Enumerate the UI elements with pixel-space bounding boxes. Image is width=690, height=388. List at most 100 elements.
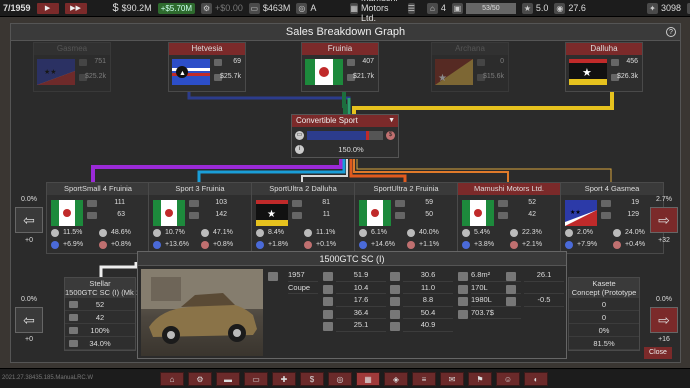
money-trend-icon	[201, 241, 209, 249]
line-sport3	[197, 159, 346, 182]
market-flag-icon: ★★	[565, 200, 597, 226]
svg-text:▲: ▲	[179, 70, 186, 77]
sales-button[interactable]: $	[300, 372, 324, 386]
right-nav-pct: 2.7%	[656, 196, 672, 203]
trunk-icon	[458, 285, 468, 294]
fast-forward-icon[interactable]: ▶▶	[64, 2, 87, 14]
graph-button[interactable]: ▦	[356, 372, 380, 386]
left-nav2-pct: 0.0%	[21, 296, 37, 303]
car-card[interactable]: Mamushi Motors Ltd. 52 42 5.4% 22.3% +3.8% +2.…	[457, 182, 561, 254]
car-quality: 40.0%	[419, 229, 439, 236]
car-delta-2: +1.1%	[419, 241, 440, 248]
car-detail-popup: 1500GTC SC (I) 1957 Coupe 51.9 10.4 17.6	[137, 251, 567, 359]
news-button[interactable]: ✉	[440, 372, 464, 386]
car-stock: 63	[117, 211, 125, 218]
car-delta-2: +0.4%	[625, 241, 646, 248]
marketing-button[interactable]: ◎	[328, 372, 352, 386]
trend-icon	[359, 241, 367, 249]
stellar-card[interactable]: Stellar 1500GTC SC (I) (Mk 1) 52 42 100%…	[64, 277, 143, 351]
engine-icon	[323, 272, 333, 281]
shield-icon	[323, 322, 333, 331]
money-trend-icon	[99, 241, 107, 249]
units-icon	[79, 59, 87, 66]
car-card[interactable]: SportUltra 2 Fruinia 59 50 6.1% 40.0% +14.6% +…	[354, 182, 458, 254]
market-name: Dalluha	[566, 43, 642, 55]
factory-count-icon: ⌂	[426, 2, 438, 14]
market-card-hetvesia[interactable]: Hetvesia ▲ 69 $25.7k	[168, 42, 246, 92]
car-delta-1: +14.6%	[371, 241, 395, 248]
kasete-card[interactable]: Kasete Concept (Prototype 0 0 0% 81.5%	[568, 277, 640, 351]
share-icon	[256, 229, 264, 237]
car-card[interactable]: SportUltra 2 Dalluha ★ 81 11 8.4% 11.1% +1.8% +…	[251, 182, 355, 254]
stat-column-4: 26.1 -0.5	[524, 269, 564, 307]
car-name: SportUltra 2 Dalluha	[252, 183, 354, 195]
research-button[interactable]: ✚	[272, 372, 296, 386]
car-delta-2: +2.1%	[522, 241, 543, 248]
top-bar: 7/1959 ▶ ▶▶ $ $90.2M +$5.70M ⚙ +$0.00 ▭ $46…	[0, 0, 690, 23]
left-nav-delta: +0	[25, 237, 33, 244]
left-arrow-button[interactable]: ⇦	[15, 207, 43, 233]
demographic-title: Convertible Sport	[296, 116, 358, 125]
slots-gauge: 53/50	[465, 2, 516, 14]
car-share: 11.5%	[63, 229, 83, 236]
value-icon: ▭	[248, 2, 260, 14]
kasete-row: 0%	[569, 324, 639, 337]
company-icon: ▦	[350, 2, 358, 14]
units-icon	[189, 200, 199, 207]
hetvesia-flag-icon: ▲	[172, 59, 210, 85]
archana-flag-icon: ★	[435, 59, 473, 85]
company-value-label: $463M	[262, 3, 291, 13]
market-card-fruinia[interactable]: Fruinia 407 $21.7k	[301, 42, 379, 92]
company-name: Mamushi Motors Ltd.	[360, 0, 398, 23]
demographic-card[interactable]: Convertible Sport ▼ ▭ $ i 150.0%	[291, 114, 399, 158]
car-delta-1: +13.6%	[165, 241, 189, 248]
money-label: $90.2M	[121, 3, 152, 13]
trend-icon	[256, 241, 264, 249]
settings-button[interactable]: ⚑	[468, 372, 492, 386]
slots-label: 53/50	[482, 4, 500, 12]
share-icon	[153, 229, 161, 237]
gasmea-flag-icon: ★★	[37, 59, 75, 85]
right-arrow-button-2[interactable]: ⇨	[650, 307, 678, 333]
chassis-button[interactable]: ▭	[244, 372, 268, 386]
units-icon	[601, 200, 611, 207]
right-arrow-button[interactable]: ⇨	[650, 207, 678, 233]
market-card-archana[interactable]: Archana ★ 0 $15.6k	[431, 42, 509, 92]
car-card[interactable]: Sport 3 Fruinia 103 142 10.7% 47.1% +13.6% +0.…	[148, 182, 252, 254]
map-button[interactable]: ◈	[384, 372, 408, 386]
market-card-dalluha[interactable]: Dalluha ★ 456 $26.3k	[565, 42, 643, 92]
car-card[interactable]: Sport 4 Gasmea ★★ 19 129 2.0% 24.0% +7.9% +0.4%	[560, 182, 664, 254]
kasete-row: 0	[569, 311, 639, 324]
market-units: 0	[500, 58, 504, 65]
left-nav2-delta: +0	[25, 336, 33, 343]
list-icon[interactable]: ☰	[407, 2, 415, 14]
people-button[interactable]: ☺	[496, 372, 520, 386]
car-units: 59	[425, 199, 433, 206]
income-badge: +$5.70M	[157, 2, 196, 14]
stellar-row: 52	[65, 298, 135, 311]
engine-button[interactable]: ⚙	[188, 372, 212, 386]
car-share: 8.4%	[268, 229, 284, 236]
car-icon	[323, 285, 333, 294]
left-arrow-button-2[interactable]: ⇦	[15, 307, 43, 333]
car-units: 52	[528, 199, 536, 206]
close-button[interactable]: Close	[644, 347, 672, 359]
market-card-gasmea[interactable]: Gasmea ★★ 751 $25.2k	[33, 42, 111, 92]
dalluha-flag-icon: ★	[569, 59, 607, 85]
play-icon[interactable]: ▶	[36, 2, 59, 14]
stats-button[interactable]: ≡	[412, 372, 436, 386]
globe-button[interactable]: ◐	[524, 372, 548, 386]
share-icon	[359, 229, 367, 237]
fruinia-flag-icon	[305, 59, 343, 85]
units-icon	[87, 200, 97, 207]
stellar-row: 100%	[65, 324, 135, 337]
factory-button[interactable]: ⌂	[160, 372, 184, 386]
car-icon	[395, 212, 405, 219]
weight-icon	[458, 297, 468, 306]
gauge-icon	[613, 229, 621, 237]
demographic-dropdown[interactable]: Convertible Sport ▼	[292, 115, 398, 127]
car-button[interactable]: ▬	[216, 372, 240, 386]
units-icon	[69, 301, 78, 308]
car-card[interactable]: SportSmall 4 Fruinia 111 63 11.5% 48.6% +6.9%…	[46, 182, 150, 254]
rating-label: 5.0	[535, 3, 549, 13]
